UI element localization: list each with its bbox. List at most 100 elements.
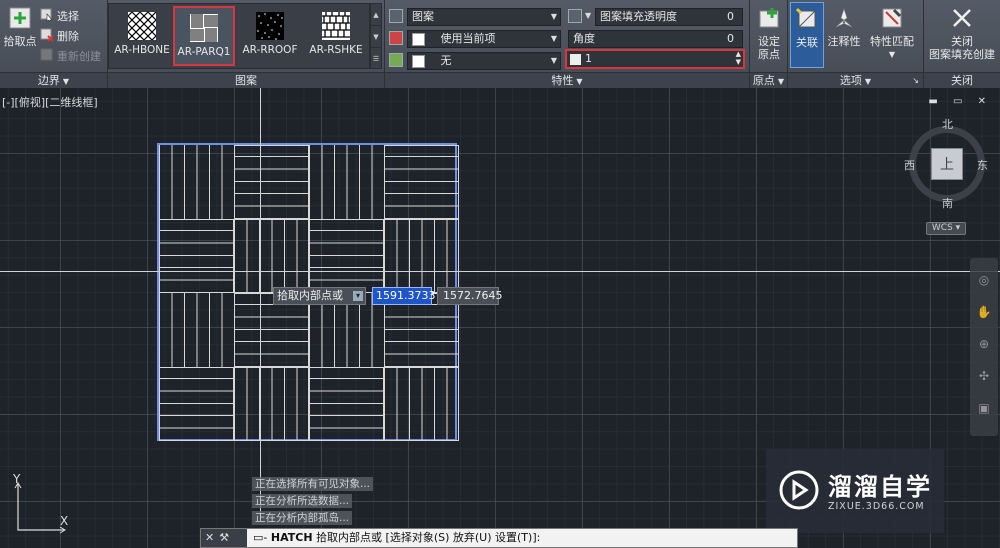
compass-north[interactable]: 北	[942, 116, 953, 132]
pick-point-label: 拾取点	[3, 35, 37, 48]
set-origin-icon	[755, 4, 783, 32]
wrench-icon[interactable]: ⚒	[219, 531, 234, 544]
parquet-cell	[159, 367, 234, 441]
remove-icon	[40, 28, 54, 47]
gallery-expand-icon[interactable]: ☰	[371, 48, 381, 70]
parquet-cell	[384, 145, 459, 219]
parquet-cell	[234, 367, 309, 441]
chevron-down-icon[interactable]: ▼	[585, 11, 591, 20]
recreate-icon	[40, 48, 54, 67]
chevron-down-icon: ▼	[550, 34, 557, 43]
watermark: 溜溜自学 ZIXUE.3D66.COM	[766, 449, 944, 533]
angle-value: 0	[727, 32, 734, 45]
zoom-icon[interactable]: ⊕	[976, 336, 992, 352]
dynamic-input-y[interactable]: 1572.7645	[437, 287, 503, 305]
match-properties-button[interactable]: 特性匹配 ▼	[866, 4, 918, 61]
close-label-2: 图案填充创建	[929, 48, 995, 61]
scroll-down-icon[interactable]: ▼	[371, 26, 381, 48]
transparency-field[interactable]: 图案填充透明度 0	[595, 8, 743, 26]
pick-point-icon	[6, 4, 34, 32]
crosshair-horizontal	[0, 271, 1000, 272]
select-button[interactable]: 选择	[40, 8, 79, 25]
annotative-button[interactable]: 注释性	[826, 4, 862, 48]
command-icon: ▭-	[253, 531, 268, 544]
dialog-launcher-icon[interactable]: ↘	[912, 73, 919, 89]
steering-wheel-icon[interactable]: ◎	[976, 272, 992, 288]
set-origin-label: 设定	[758, 35, 780, 48]
color-swatch	[412, 32, 425, 46]
orbit-icon[interactable]: ✣	[976, 368, 992, 384]
swatch-label: AR-HBONE	[114, 44, 170, 56]
wcs-menu[interactable]: WCS ▾	[926, 222, 966, 235]
command-options[interactable]: [选择对象(S) 放弃(U) 设置(T)]:	[386, 531, 541, 544]
parquet-cell	[384, 367, 459, 441]
options-panel-footer[interactable]: 选项 ▼ ↘	[788, 72, 923, 88]
navigation-bar: ◎ ✋ ⊕ ✣ ▣	[970, 258, 998, 436]
origin-panel-footer[interactable]: 原点 ▼	[750, 72, 787, 88]
drawing-viewport[interactable]: [-][俯视][二维线框] ▬ ▭ ✕ 拾取内部点或 ▾ 1591.3733 1…	[0, 88, 1000, 548]
chevron-down-icon: ▼	[777, 77, 785, 86]
swatch-label: AR-RSHKE	[309, 44, 363, 56]
compass-east[interactable]: 东	[977, 157, 988, 173]
dynamic-input-x[interactable]: 1591.3733	[372, 287, 436, 305]
recreate-button[interactable]: 重新创建	[40, 48, 101, 67]
close-panel-label: 关闭	[951, 74, 973, 87]
viewcube[interactable]: 上 北 南 西 东 WCS ▾	[904, 118, 988, 242]
showmotion-icon[interactable]: ▣	[976, 400, 992, 416]
pattern-swatch-ar-rshke[interactable]: AR-RSHKE	[305, 6, 367, 66]
compass-south[interactable]: 南	[942, 195, 953, 211]
parquet-pattern-icon	[190, 14, 218, 42]
pattern-swatch-ar-rroof[interactable]: AR-RROOF	[239, 6, 301, 66]
remove-button[interactable]: 删除	[40, 28, 79, 47]
background-color-dropdown[interactable]: 无 ▼	[407, 52, 561, 70]
scale-value: 1	[585, 52, 592, 65]
close-hatch-creation-button[interactable]: 关闭 图案填充创建	[924, 4, 1000, 61]
hatch-type-dropdown[interactable]: 图案 ▼	[407, 8, 561, 26]
roof-pattern-icon	[256, 12, 284, 40]
background-color-value: 无	[440, 54, 452, 67]
compass-west[interactable]: 西	[904, 157, 915, 173]
crosshair-vertical	[260, 88, 261, 518]
viewport-controls-label[interactable]: [-][俯视][二维线框]	[2, 94, 98, 110]
swatch-label: AR-RROOF	[242, 44, 298, 56]
pan-icon[interactable]: ✋	[976, 304, 992, 320]
close-icon[interactable]: ✕	[205, 531, 219, 544]
parquet-cell	[309, 219, 384, 293]
parquet-cell	[159, 219, 234, 293]
boundary-panel-footer[interactable]: 边界 ▼	[0, 72, 107, 88]
close-panel-footer: 关闭	[924, 72, 1000, 88]
boundary-panel-label: 边界	[37, 74, 60, 87]
parquet-cell	[309, 367, 384, 441]
scroll-up-icon[interactable]: ▲	[371, 4, 381, 26]
play-logo-icon	[778, 469, 820, 511]
set-origin-button[interactable]: 设定 原点	[753, 4, 785, 61]
angle-field[interactable]: 角度 0	[568, 30, 743, 48]
origin-panel-label: 原点	[752, 74, 775, 87]
options-down-icon[interactable]: ▾	[353, 291, 363, 301]
associative-button[interactable]: 关联	[790, 2, 824, 68]
spinner-icon[interactable]: ▲ ▼	[736, 50, 741, 66]
annotative-icon	[830, 4, 858, 32]
ucs-icon: Y X	[6, 472, 76, 538]
viewport-window-controls[interactable]: ▬ ▭ ✕	[928, 96, 992, 107]
pick-point-button[interactable]: 拾取点	[2, 4, 38, 48]
chevron-down-icon: ▼	[62, 77, 70, 86]
parquet-cell	[234, 145, 309, 219]
pattern-swatch-ar-hbone[interactable]: AR-HBONE	[111, 6, 173, 66]
hatch-type-icon	[389, 9, 403, 23]
pattern-panel-label: 图案	[235, 74, 257, 87]
pattern-panel-footer: 图案	[108, 72, 384, 88]
angle-label: 角度	[573, 32, 595, 45]
annotative-label: 注释性	[827, 35, 861, 48]
properties-panel-footer[interactable]: 特性 ▼	[385, 72, 749, 88]
gallery-scrollbar[interactable]: ▲ ▼ ☰	[370, 3, 382, 69]
command-line-text[interactable]: ▭- HATCH 拾取内部点或 [选择对象(S) 放弃(U) 设置(T)]:	[253, 529, 540, 547]
dynamic-input-prompt-text: 拾取内部点或	[277, 289, 343, 302]
hatch-color-dropdown[interactable]: 使用当前项 ▼	[407, 30, 561, 48]
viewcube-top-face[interactable]: 上	[931, 148, 963, 180]
properties-panel-label: 特性	[551, 74, 574, 87]
scale-field[interactable]: 1 ▲ ▼	[565, 49, 745, 69]
command-line[interactable]: ✕⚒ ▭- HATCH 拾取内部点或 [选择对象(S) 放弃(U) 设置(T)]…	[200, 528, 798, 548]
command-history-line: 正在分析所选数据...	[252, 494, 353, 508]
pattern-swatch-ar-parq1[interactable]: AR-PARQ1	[173, 6, 235, 66]
